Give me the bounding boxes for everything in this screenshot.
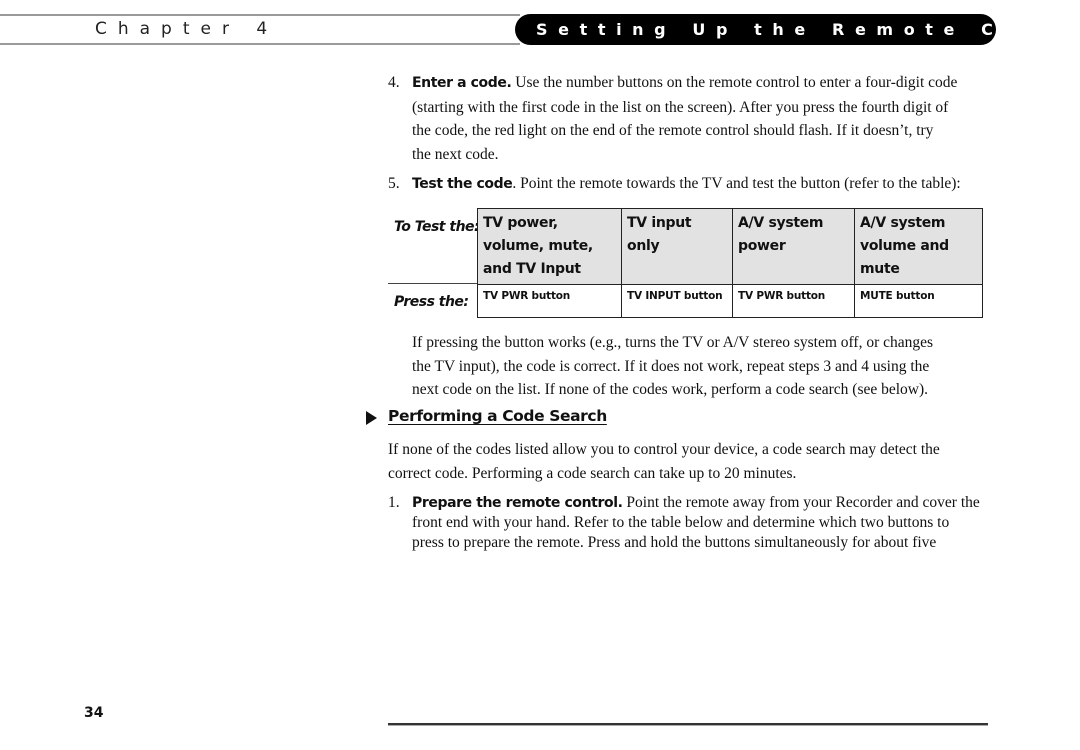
step-text: the code, the red light on the end of th… (412, 122, 934, 139)
table-cell: TV input only (621, 208, 733, 285)
row-label-test: To Test the: (394, 219, 480, 235)
header-rule-bottom (0, 43, 520, 45)
table-cell: TV power, volume, mute, and TV Input (477, 208, 622, 285)
table-cell: TV INPUT button (621, 284, 733, 318)
paragraph-line: next code on the list. If none of the co… (412, 381, 929, 398)
table-cell: TV PWR button (477, 284, 622, 318)
test-grid: TV power, volume, mute, and TV Input TV … (477, 208, 983, 318)
step-lead: Enter a code. (412, 75, 512, 91)
step-number: 4. (388, 74, 400, 91)
step-lead: Test the code (412, 176, 513, 192)
table-row-test: TV power, volume, mute, and TV Input TV … (477, 208, 983, 285)
section-intro-paragraph: If none of the codes listed allow you to… (388, 438, 998, 485)
step-text: Use the number buttons on the remote con… (511, 74, 958, 91)
header-rule-top (0, 14, 520, 16)
step-text: (starting with the first code in the lis… (412, 98, 949, 116)
step-text: press to prepare the remote. Press and h… (412, 534, 937, 551)
table-cell: A/V system volume and mute (854, 208, 983, 285)
footer-rule (388, 723, 988, 726)
page-number: 34 (84, 705, 104, 721)
section-heading-title: Performing a Code Search (388, 407, 607, 425)
table-cell: A/V system power (732, 208, 855, 285)
step-lead: Prepare the remote control. (412, 495, 623, 511)
step-text: the next code. (412, 145, 499, 163)
section-title-pill: Setting Up the Remote Control (515, 14, 1080, 45)
step-4: 4. Enter a code. Use the number buttons … (388, 71, 988, 166)
table-cell: MUTE button (854, 284, 983, 318)
row-separator (388, 283, 480, 284)
chapter-label: Chapter 4 (95, 19, 279, 39)
table-cell: TV PWR button (732, 284, 855, 318)
paragraph-line: If none of the codes listed allow you to… (388, 441, 940, 458)
section-heading: Performing a Code Search (366, 407, 607, 425)
paragraph-line: If pressing the button works (e.g., turn… (412, 334, 934, 351)
step-1: 1. Prepare the remote control. Point the… (388, 493, 988, 553)
paragraph-line: correct code. Performing a code search c… (388, 464, 797, 482)
step-5: 5. Test the code. Point the remote towar… (388, 172, 988, 197)
row-label-press: Press the: (394, 294, 469, 310)
step-text: . Point the remote towards the TV and te… (512, 175, 961, 192)
paragraph-line: the TV input), the code is correct. If i… (412, 357, 930, 375)
step-text: front end with your hand. Refer to the t… (412, 514, 950, 531)
table-row-press: TV PWR button TV INPUT button TV PWR but… (477, 284, 983, 318)
step-text: Point the remote away from your Recorder… (622, 494, 980, 511)
step-number: 5. (388, 175, 400, 192)
after-table-paragraph: If pressing the button works (e.g., turn… (412, 331, 1002, 402)
triangle-bullet-icon (366, 411, 377, 425)
step-number: 1. (388, 494, 400, 511)
